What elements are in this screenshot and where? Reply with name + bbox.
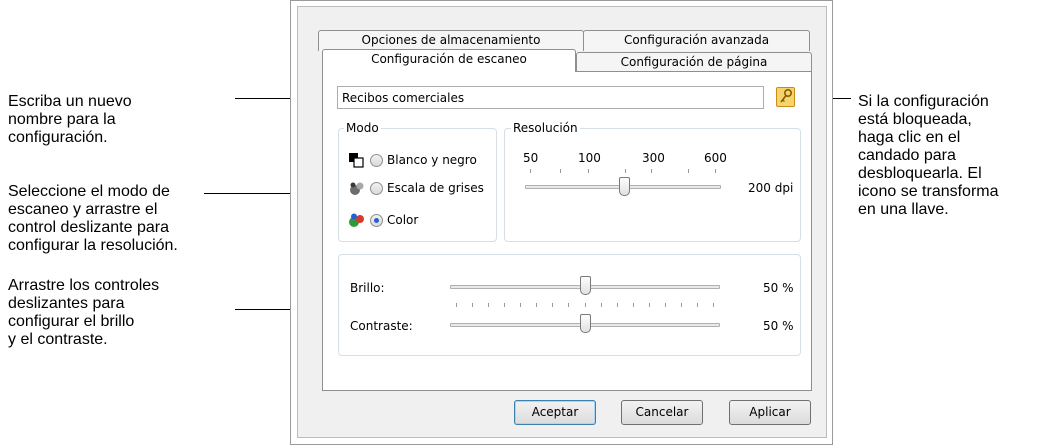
callout-name-line xyxy=(235,98,292,99)
brightness-value: 50 % xyxy=(763,281,794,295)
tab-page-settings[interactable]: Configuración de página xyxy=(576,52,812,72)
callout-brightness-line xyxy=(235,309,292,310)
brightness-slider-thumb[interactable] xyxy=(580,276,591,295)
mode-option-grayscale[interactable]: Escala de grises xyxy=(348,178,484,198)
resolution-scale-label: 100 xyxy=(578,151,601,165)
mode-option-color[interactable]: Color xyxy=(348,210,418,230)
resolution-scale-label: 300 xyxy=(642,151,665,165)
contrast-slider-thumb[interactable] xyxy=(580,314,591,333)
resolution-legend: Resolución xyxy=(511,121,580,135)
brightness-label: Brillo: xyxy=(350,281,385,295)
contrast-label: Contraste: xyxy=(350,319,413,333)
apply-button[interactable]: Aplicar xyxy=(729,400,811,425)
mode-legend: Modo xyxy=(344,121,381,135)
resolution-scale-label: 600 xyxy=(704,151,727,165)
resolution-value: 200 dpi xyxy=(748,181,794,195)
resolution-slider-thumb[interactable] xyxy=(619,177,630,196)
mode-option-label: Color xyxy=(387,213,419,227)
brightness-contrast-group xyxy=(338,254,801,356)
mode-option-label: Escala de grises xyxy=(387,181,484,195)
lock-icon xyxy=(780,88,793,103)
tab-scan-settings[interactable]: Configuración de escaneo xyxy=(322,49,576,72)
ok-button[interactable]: Aceptar xyxy=(514,400,596,425)
radio-black-white[interactable] xyxy=(370,153,383,167)
contrast-value: 50 % xyxy=(763,319,794,333)
tab-advanced-settings[interactable]: Configuración avanzada xyxy=(583,30,810,51)
mode-option-black-white[interactable]: Blanco y negro xyxy=(348,150,477,170)
color-icon xyxy=(348,212,365,229)
resolution-scale-label: 50 xyxy=(523,151,539,165)
mode-option-label: Blanco y negro xyxy=(387,153,477,167)
callout-mode: Seleccione el modo de escaneo y arrastre… xyxy=(8,183,178,254)
radio-color[interactable] xyxy=(370,213,383,227)
settings-name-input[interactable] xyxy=(337,86,764,109)
callout-mode-line xyxy=(204,193,292,194)
callout-brightness: Arrastre los controles deslizantes para … xyxy=(8,277,160,348)
tab-storage-options[interactable]: Opciones de almacenamiento xyxy=(318,30,584,51)
radio-grayscale[interactable] xyxy=(370,181,383,195)
black-white-icon xyxy=(348,152,365,169)
grayscale-icon xyxy=(348,180,365,197)
callout-name: Escriba un nuevo nombre para la configur… xyxy=(8,93,132,146)
callout-lock: Si la configuración está bloqueada, haga… xyxy=(858,93,999,218)
lock-button[interactable] xyxy=(776,87,795,107)
cancel-button[interactable]: Cancelar xyxy=(621,400,703,425)
